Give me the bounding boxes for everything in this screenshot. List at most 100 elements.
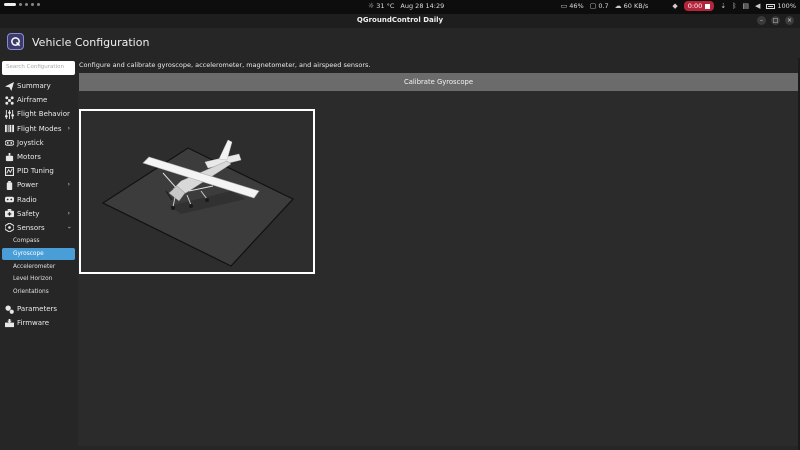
sidebar-item-label: Flight Modes bbox=[17, 124, 62, 133]
workspace-dot-active[interactable] bbox=[4, 3, 16, 6]
motors-icon bbox=[4, 152, 15, 162]
load-text: 0.7 bbox=[598, 2, 609, 10]
battery-indicator[interactable]: 100% bbox=[766, 2, 796, 10]
search-input[interactable]: Search Configuration bbox=[2, 61, 75, 75]
network-indicator[interactable]: ☁ 60 KB/s bbox=[615, 2, 649, 10]
chevron-right-icon[interactable]: › bbox=[68, 210, 70, 217]
app-header: Vehicle Configuration bbox=[0, 28, 800, 58]
sidebar-item-sensors[interactable]: Sensors › bbox=[0, 221, 78, 235]
window-titlebar[interactable]: QGroundControl Daily – □ × bbox=[0, 14, 800, 28]
page-title: Vehicle Configuration bbox=[32, 36, 150, 49]
sidebar-item-flight-modes[interactable]: Flight Modes › bbox=[0, 122, 78, 136]
joystick-icon bbox=[4, 138, 15, 147]
workspace-dot[interactable] bbox=[31, 3, 34, 6]
sidebar-item-label: Power bbox=[17, 181, 39, 190]
system-tray[interactable]: ▭ 46% ▢ 0.7 ☁ 60 KB/s ◆ 0:00 ⇣ ᛒ ▤ ◀ 100% bbox=[561, 1, 796, 11]
memory-icon: ▭ bbox=[560, 2, 568, 10]
chevron-right-icon[interactable]: › bbox=[68, 125, 70, 132]
download-icon[interactable]: ⇣ bbox=[720, 2, 726, 10]
bluetooth-icon[interactable]: ᛒ bbox=[732, 2, 736, 10]
sidebar-nav: Summary Airframe Flight Behavior Flight … bbox=[0, 79, 78, 330]
sidebar-item-label: Sensors bbox=[17, 223, 45, 232]
calibrate-gyroscope-button[interactable]: Calibrate Gyroscope bbox=[79, 73, 798, 91]
calibration-area bbox=[78, 91, 798, 446]
sidebar-item-firmware[interactable]: Firmware bbox=[0, 316, 78, 330]
sliders-icon bbox=[4, 109, 15, 119]
window-controls: – □ × bbox=[757, 16, 794, 25]
safety-icon bbox=[4, 209, 15, 218]
weather-text: 31 °C bbox=[376, 2, 395, 10]
sidebar-item-flight-behavior[interactable]: Flight Behavior bbox=[0, 107, 78, 121]
page-description: Configure and calibrate gyroscope, accel… bbox=[79, 61, 371, 69]
cpu-indicator[interactable]: ▭ 46% bbox=[561, 2, 584, 10]
app-indicator-icon[interactable]: ◆ bbox=[672, 2, 677, 10]
sidebar-item-parameters[interactable]: Parameters bbox=[0, 302, 78, 316]
chevron-right-icon[interactable]: › bbox=[68, 181, 70, 188]
workspace-dot[interactable] bbox=[37, 3, 40, 6]
display-icon[interactable]: ▤ bbox=[742, 2, 749, 10]
system-top-bar: ☼ 31 °C Aug 28 14:29 ▭ 46% ▢ 0.7 ☁ 60 KB/s ◆… bbox=[0, 0, 800, 14]
close-button[interactable]: × bbox=[785, 16, 794, 25]
maximize-button[interactable]: □ bbox=[771, 16, 780, 25]
sidebar-item-pid-tuning[interactable]: PID Tuning bbox=[0, 164, 78, 178]
sidebar-item-power[interactable]: Power › bbox=[0, 178, 78, 192]
workspace-dot[interactable] bbox=[25, 3, 28, 6]
sidebar-item-joystick[interactable]: Joystick bbox=[0, 136, 78, 150]
app-window: QGroundControl Daily – □ × Vehicle Confi… bbox=[0, 14, 800, 450]
qgc-logo-icon[interactable] bbox=[7, 33, 24, 50]
volume-icon[interactable]: ◀ bbox=[755, 2, 760, 10]
sidebar-item-radio[interactable]: Radio bbox=[0, 193, 78, 207]
sidebar-item-label: Joystick bbox=[17, 138, 44, 147]
sidebar-item-motors[interactable]: Motors bbox=[0, 150, 78, 164]
workspace-indicator[interactable] bbox=[4, 3, 40, 6]
sidebar-subitem-level-horizon[interactable]: Level Horizon bbox=[2, 273, 75, 286]
minimize-button[interactable]: – bbox=[757, 16, 766, 25]
config-sidebar: Search Configuration Summary Airframe Fl… bbox=[0, 58, 78, 450]
airplane-3d-render bbox=[81, 111, 313, 272]
recording-time: 0:00 bbox=[687, 2, 703, 10]
load-indicator[interactable]: ▢ 0.7 bbox=[590, 2, 609, 10]
cpu-text: 46% bbox=[569, 2, 584, 10]
parameters-icon bbox=[4, 305, 15, 314]
sidebar-subitem-orientations[interactable]: Orientations bbox=[2, 285, 75, 298]
battery-text: 100% bbox=[777, 2, 796, 10]
vehicle-3d-view[interactable] bbox=[79, 109, 315, 274]
datetime: Aug 28 14:29 bbox=[400, 2, 445, 10]
net-text: 60 KB/s bbox=[623, 2, 649, 10]
sidebar-item-label: Flight Behavior bbox=[17, 110, 70, 119]
sidebar-item-label: Motors bbox=[17, 153, 41, 162]
stop-icon bbox=[705, 3, 711, 9]
sidebar-item-label: Parameters bbox=[17, 305, 58, 314]
weather: ☼ 31 °C bbox=[368, 2, 394, 10]
sidebar-subitem-gyroscope[interactable]: Gyroscope bbox=[2, 247, 75, 261]
screen-recording-indicator[interactable]: 0:00 bbox=[683, 1, 715, 11]
weather-icon: ☼ bbox=[368, 2, 375, 10]
sensors-icon bbox=[4, 223, 15, 233]
airframe-icon bbox=[4, 96, 15, 105]
pid-icon bbox=[4, 166, 15, 176]
sidebar-item-label: Safety bbox=[17, 209, 40, 218]
sidebar-item-label: Summary bbox=[17, 82, 51, 91]
battery-icon bbox=[766, 3, 776, 9]
sidebar-subitem-compass[interactable]: Compass bbox=[2, 235, 75, 248]
sidebar-item-summary[interactable]: Summary bbox=[0, 79, 78, 93]
sidebar-item-label: Airframe bbox=[17, 96, 48, 105]
chevron-down-icon[interactable]: › bbox=[65, 226, 72, 228]
sidebar-item-label: PID Tuning bbox=[17, 167, 54, 176]
cloud-icon: ☁ bbox=[614, 2, 622, 10]
firmware-icon bbox=[4, 318, 15, 328]
sidebar-item-airframe[interactable]: Airframe bbox=[0, 93, 78, 107]
window-title: QGroundControl Daily bbox=[356, 16, 444, 24]
sidebar-subitem-accelerometer[interactable]: Accelerometer bbox=[2, 260, 75, 273]
sidebar-item-label: Radio bbox=[17, 195, 37, 204]
main-panel: Configure and calibrate gyroscope, accel… bbox=[78, 58, 798, 446]
sidebar-item-safety[interactable]: Safety › bbox=[0, 207, 78, 221]
radio-icon bbox=[4, 195, 15, 204]
sidebar-item-label: Firmware bbox=[17, 319, 50, 328]
paper-plane-icon bbox=[4, 81, 15, 91]
clock-area[interactable]: ☼ 31 °C Aug 28 14:29 bbox=[368, 2, 444, 10]
power-icon bbox=[4, 180, 15, 190]
monitor-icon: ▢ bbox=[589, 2, 597, 10]
flight-modes-icon bbox=[4, 124, 15, 133]
workspace-dot[interactable] bbox=[19, 3, 22, 6]
